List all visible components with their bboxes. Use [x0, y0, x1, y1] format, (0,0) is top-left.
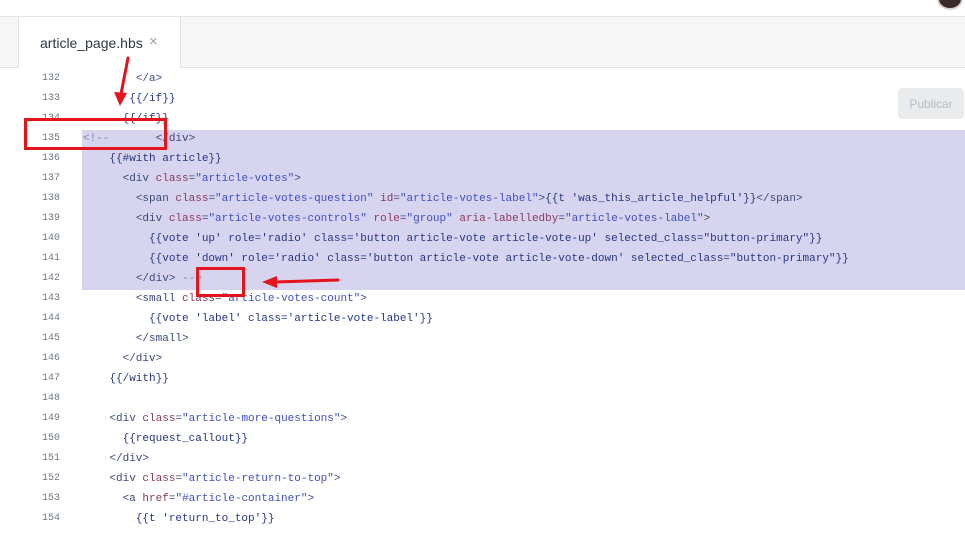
arrow-down-icon — [114, 56, 130, 106]
arrow-left-icon — [262, 276, 340, 288]
annotation-arrows — [114, 56, 340, 288]
